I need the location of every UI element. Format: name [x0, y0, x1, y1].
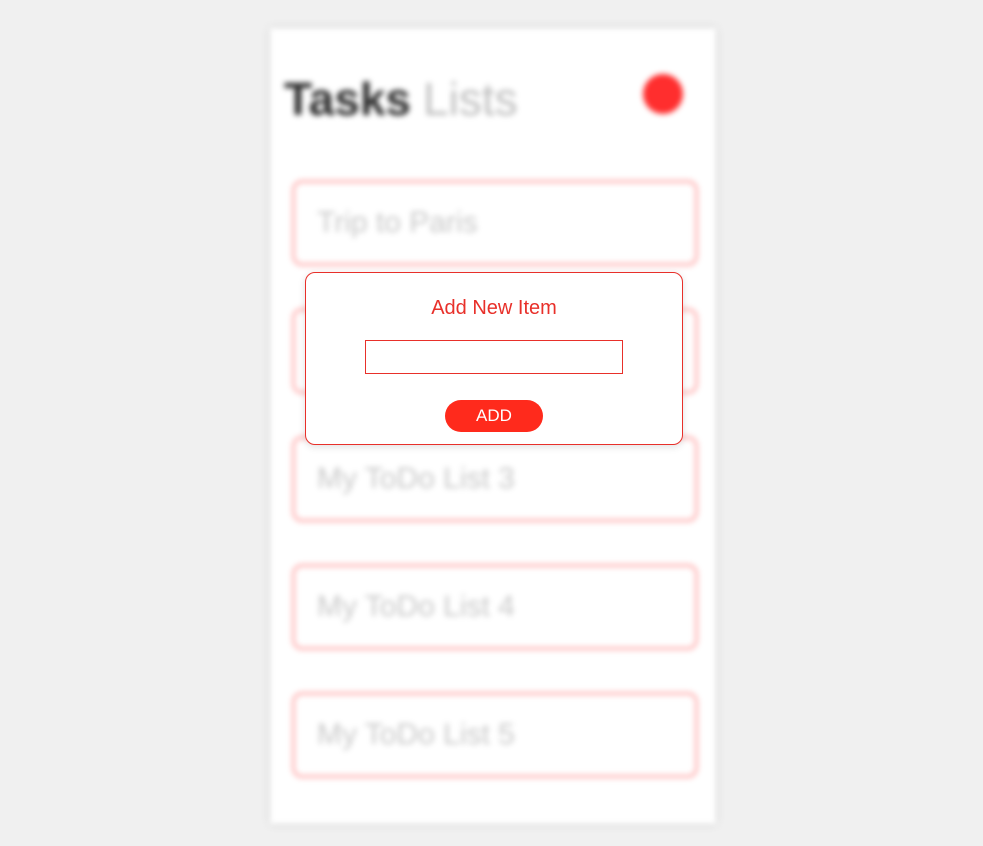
add-item-modal: Add New Item ADD [305, 272, 683, 445]
list-item-label: My ToDo List 5 [317, 718, 515, 751]
add-circle-icon[interactable] [643, 74, 683, 114]
list-item-label: My ToDo List 3 [317, 462, 515, 495]
screen: Tasks Lists Trip to Paris My ToDo List 3… [0, 0, 983, 846]
list-item-label: My ToDo List 4 [317, 590, 515, 623]
list-item[interactable]: Trip to Paris [292, 180, 698, 266]
title-tasks: Tasks [284, 73, 412, 125]
list-item[interactable]: My ToDo List 3 [292, 436, 698, 522]
add-button[interactable]: ADD [445, 400, 543, 432]
title-lists: Lists [423, 73, 518, 125]
new-item-input[interactable] [365, 340, 623, 374]
app-header: Tasks Lists [284, 72, 518, 125]
modal-title: Add New Item [431, 297, 557, 319]
list-item[interactable]: My ToDo List 4 [292, 564, 698, 650]
list-item[interactable]: My ToDo List 5 [292, 692, 698, 778]
list-item-label: Trip to Paris [317, 206, 478, 239]
